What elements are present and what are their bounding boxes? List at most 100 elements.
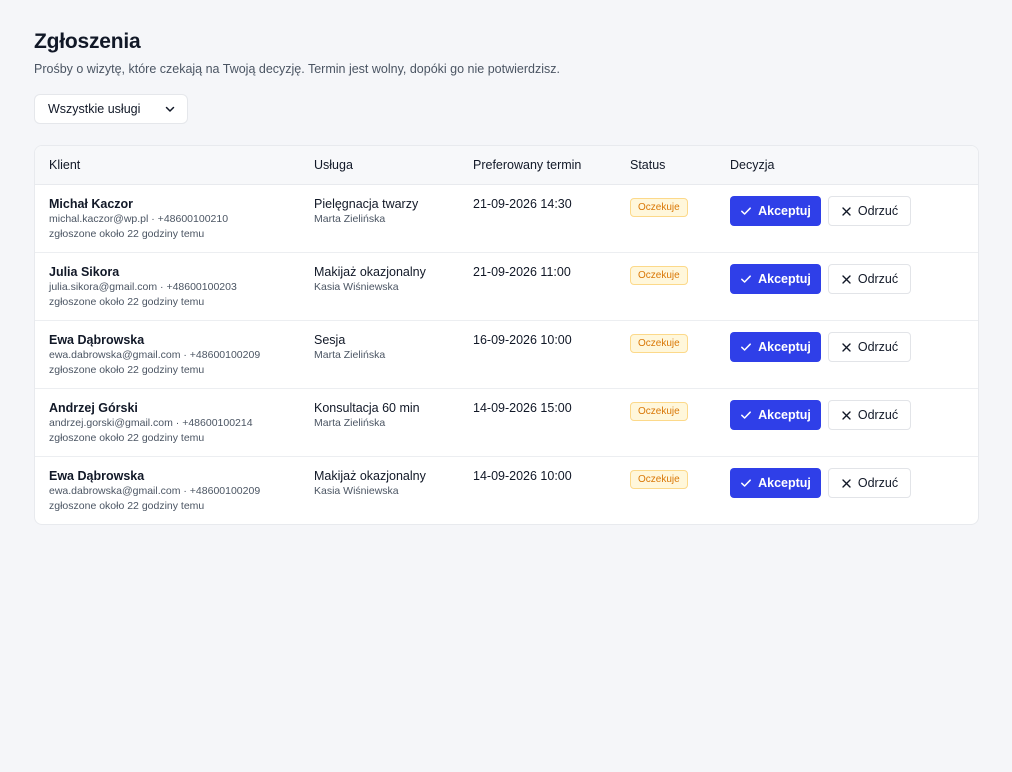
page-subtitle: Prośby o wizytę, które czekają na Twoją … [34,62,560,76]
service-name: Konsultacja 60 min [314,401,420,415]
chevron-down-icon [163,102,177,116]
table-row: Ewa Dąbrowska ewa.dabrowska@gmail.com · … [35,457,978,524]
request-time: zgłoszone około 22 godziny temu [49,432,205,444]
column-header-status: Status [630,158,666,172]
date-cell: 21-09-2026 14:30 [473,185,630,252]
reject-button-label: Odrzuć [857,272,899,286]
table-row: Julia Sikora julia.sikora@gmail.com · +4… [35,253,978,321]
client-contact: ewa.dabrowska@gmail.com · +48600100209 [49,349,261,361]
page-title: Zgłoszenia [34,30,141,53]
accept-button-label: Akceptuj [758,408,811,422]
status-badge: Oczekuje [630,198,688,217]
service-name: Makijaż okazjonalny [314,469,426,483]
decision-cell: Akceptuj Odrzuć [730,321,978,388]
date-cell: 16-09-2026 10:00 [473,321,630,388]
client-contact: andrzej.gorski@gmail.com · +48600100214 [49,417,253,429]
service-cell: Sesja Marta Zielińska [314,321,473,388]
decision-cell: Akceptuj Odrzuć [730,457,978,524]
requests-page: Zgłoszenia Prośby o wizytę, które czekaj… [0,0,1012,525]
client-cell: Ewa Dąbrowska ewa.dabrowska@gmail.com · … [35,457,314,524]
client-contact: julia.sikora@gmail.com · +48600100203 [49,281,237,293]
accept-button-label: Akceptuj [758,476,811,490]
reject-button-label: Odrzuć [857,340,899,354]
decision-cell: Akceptuj Odrzuć [730,389,978,456]
column-header-service: Usługa [314,158,353,172]
preferred-date: 14-09-2026 15:00 [473,401,572,415]
status-badge: Oczekuje [630,470,688,489]
reject-button-label: Odrzuć [857,408,899,422]
check-icon [740,477,752,489]
status-badge: Oczekuje [630,266,688,285]
accept-button-label: Akceptuj [758,340,811,354]
reject-button[interactable]: Odrzuć [828,196,911,226]
client-name: Julia Sikora [49,265,120,279]
client-name: Ewa Dąbrowska [49,333,145,347]
requests-table: Klient Usługa Preferowany termin Status … [34,145,979,525]
check-icon [740,273,752,285]
client-cell: Julia Sikora julia.sikora@gmail.com · +4… [35,253,314,320]
reject-button[interactable]: Odrzuć [828,332,911,362]
preferred-date: 14-09-2026 10:00 [473,469,572,483]
check-icon [740,409,752,421]
decision-cell: Akceptuj Odrzuć [730,185,978,252]
status-cell: Oczekuje [630,185,730,252]
status-badge: Oczekuje [630,402,688,421]
table-header: Klient Usługa Preferowany termin Status … [35,146,978,185]
reject-button-label: Odrzuć [857,204,899,218]
close-icon [841,274,852,285]
status-cell: Oczekuje [630,321,730,388]
request-time: zgłoszone około 22 godziny temu [49,500,205,512]
table-row: Andrzej Górski andrzej.gorski@gmail.com … [35,389,978,457]
accept-button[interactable]: Akceptuj [730,264,821,294]
preferred-date: 16-09-2026 10:00 [473,333,572,347]
close-icon [841,478,852,489]
service-name: Pielęgnacja twarzy [314,197,419,211]
client-name: Andrzej Górski [49,401,138,415]
request-time: zgłoszone około 22 godziny temu [49,364,205,376]
service-name: Makijaż okazjonalny [314,265,426,279]
check-icon [740,205,752,217]
request-time: zgłoszone około 22 godziny temu [49,228,205,240]
column-header-date: Preferowany termin [473,158,582,172]
accept-button[interactable]: Akceptuj [730,400,821,430]
reject-button-label: Odrzuć [857,476,899,490]
service-name: Sesja [314,333,346,347]
date-cell: 14-09-2026 15:00 [473,389,630,456]
service-cell: Konsultacja 60 min Marta Zielińska [314,389,473,456]
service-filter-select[interactable]: Wszystkie usługi [34,94,188,124]
table-body: Michał Kaczor michal.kaczor@wp.pl · +486… [35,185,978,524]
accept-button[interactable]: Akceptuj [730,196,821,226]
close-icon [841,342,852,353]
accept-button[interactable]: Akceptuj [730,468,821,498]
reject-button[interactable]: Odrzuć [828,468,911,498]
status-badge: Oczekuje [630,334,688,353]
date-cell: 21-09-2026 11:00 [473,253,630,320]
service-filter-value: Wszystkie usługi [48,102,141,116]
accept-button[interactable]: Akceptuj [730,332,821,362]
accept-button-label: Akceptuj [758,272,811,286]
reject-button[interactable]: Odrzuć [828,264,911,294]
reject-button[interactable]: Odrzuć [828,400,911,430]
client-name: Ewa Dąbrowska [49,469,145,483]
service-staff: Kasia Wiśniewska [314,485,399,497]
close-icon [841,410,852,421]
service-cell: Makijaż okazjonalny Kasia Wiśniewska [314,253,473,320]
service-staff: Marta Zielińska [314,213,386,225]
status-cell: Oczekuje [630,389,730,456]
column-header-decision: Decyzja [730,158,775,172]
request-time: zgłoszone około 22 godziny temu [49,296,205,308]
preferred-date: 21-09-2026 14:30 [473,197,572,211]
date-cell: 14-09-2026 10:00 [473,457,630,524]
client-cell: Andrzej Górski andrzej.gorski@gmail.com … [35,389,314,456]
check-icon [740,341,752,353]
service-staff: Marta Zielińska [314,349,386,361]
client-cell: Ewa Dąbrowska ewa.dabrowska@gmail.com · … [35,321,314,388]
preferred-date: 21-09-2026 11:00 [473,265,571,279]
table-row: Michał Kaczor michal.kaczor@wp.pl · +486… [35,185,978,253]
client-contact: ewa.dabrowska@gmail.com · +48600100209 [49,485,261,497]
column-header-client: Klient [49,158,81,172]
service-staff: Kasia Wiśniewska [314,281,399,293]
service-staff: Marta Zielińska [314,417,386,429]
status-cell: Oczekuje [630,457,730,524]
close-icon [841,206,852,217]
